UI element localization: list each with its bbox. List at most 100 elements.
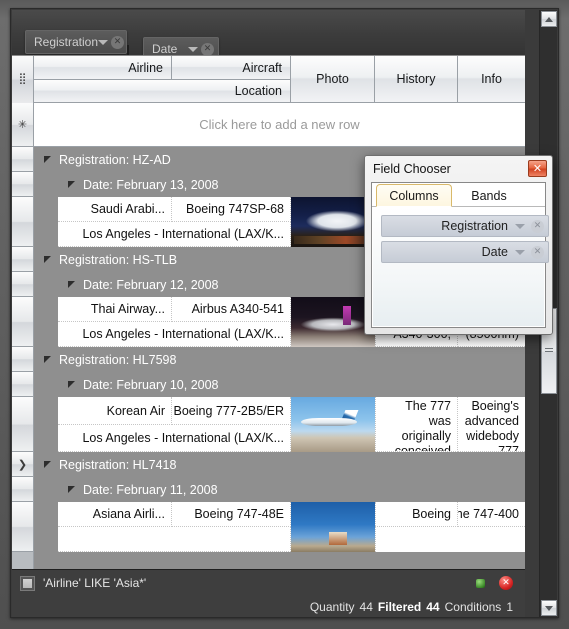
filter-enable-checkbox[interactable] — [20, 575, 35, 591]
field-item-registration[interactable]: Registration ✕ — [381, 215, 549, 237]
row-indicator[interactable] — [12, 247, 33, 272]
row-indicator[interactable] — [12, 197, 33, 247]
close-circle-icon[interactable]: ✕ — [201, 42, 214, 56]
cell-history[interactable]: Boeing — [375, 502, 458, 527]
row-indicator[interactable] — [12, 372, 33, 397]
column-chooser-icon[interactable]: ⣿ — [12, 56, 34, 103]
tab-bands-label: Bands — [471, 189, 507, 203]
field-item-date-label: Date — [481, 245, 508, 259]
group-row-registration[interactable]: Registration: HL7418 — [34, 452, 525, 477]
cell-airline[interactable]: Korean Air — [58, 397, 172, 425]
close-circle-icon[interactable]: ✕ — [531, 245, 544, 259]
field-chooser-list[interactable]: Registration ✕ Date ✕ — [373, 207, 549, 326]
row-indicator[interactable] — [12, 477, 33, 502]
aircraft-photo — [291, 297, 375, 347]
close-icon[interactable]: ✕ — [528, 160, 547, 177]
column-header-history[interactable]: History — [375, 56, 458, 103]
collapse-triangle-icon[interactable] — [68, 381, 75, 388]
tab-columns[interactable]: Columns — [376, 184, 452, 207]
scroll-up-button[interactable] — [541, 11, 557, 27]
collapse-triangle-icon[interactable] — [68, 486, 75, 493]
customize-filter-icon[interactable] — [476, 578, 485, 588]
field-item-date[interactable]: Date ✕ — [381, 241, 549, 263]
aircraft-photo — [291, 502, 375, 552]
collapse-triangle-icon[interactable] — [44, 256, 51, 263]
new-row-text: Click here to add a new row — [199, 117, 360, 132]
cell-airline[interactable]: Asiana Airli... — [58, 502, 172, 527]
app-root: Registration ✕ Date ✕ ⣿ Airline Aircraft — [0, 0, 569, 629]
group-row-label: Date: February 13, 2008 — [83, 177, 219, 192]
row-indicator[interactable] — [12, 147, 33, 172]
cell-aircraft[interactable]: Boeing 747-48E — [172, 502, 291, 527]
aircraft-photo — [291, 197, 375, 247]
arrow-down-icon — [545, 605, 553, 611]
dialog-title: Field Chooser — [373, 162, 451, 176]
cell-info[interactable]: The 747-400 — [458, 502, 525, 527]
cell-aircraft[interactable]: Boeing 777-2B5/ER — [172, 397, 291, 425]
group-by-panel[interactable]: Registration ✕ Date ✕ — [12, 10, 525, 61]
aircraft-photo — [291, 397, 375, 452]
chevron-down-icon[interactable] — [188, 46, 198, 52]
group-row-date[interactable]: Date: February 11, 2008 — [58, 477, 525, 502]
clear-filter-icon[interactable]: ✕ — [499, 576, 513, 590]
column-header-location[interactable]: Location — [34, 80, 291, 103]
new-row-placeholder[interactable]: Click here to add a new row — [34, 103, 525, 147]
group-row-date[interactable]: Date: February 10, 2008 — [58, 372, 525, 397]
cell-airline[interactable]: Saudi Arabi... — [58, 197, 172, 222]
cell-info[interactable]: Boeing's advanced widebody 777 — [458, 397, 525, 452]
cell-location[interactable]: Los Angeles - International (LAX/K... — [58, 222, 291, 247]
cell-aircraft[interactable]: Boeing 747SP-68 — [172, 197, 291, 222]
cell-aircraft[interactable]: Airbus A340-541 — [172, 297, 291, 322]
group-row-label: Date: February 12, 2008 — [83, 277, 219, 292]
row-indicator-current[interactable]: ❯ — [12, 452, 33, 477]
column-header-photo[interactable]: Photo — [291, 56, 375, 103]
tab-bands[interactable]: Bands — [456, 185, 522, 207]
row-indicator[interactable] — [12, 297, 33, 347]
chevron-down-icon[interactable] — [515, 249, 525, 255]
group-chip-date-label: Date — [152, 42, 178, 56]
collapse-triangle-icon[interactable] — [44, 461, 51, 468]
row-indicator[interactable] — [12, 347, 33, 372]
close-circle-icon[interactable]: ✕ — [111, 35, 125, 49]
table-row[interactable]: Asiana Airli... Boeing 747-48E Boeing Th… — [58, 502, 525, 552]
column-header-airline[interactable]: Airline — [34, 56, 172, 80]
collapse-triangle-icon[interactable] — [44, 156, 51, 163]
group-chip-registration-label: Registration — [34, 35, 99, 49]
collapse-triangle-icon[interactable] — [68, 281, 75, 288]
row-indicator[interactable] — [12, 172, 33, 197]
cell-airline[interactable]: Thai Airway... — [58, 297, 172, 322]
column-header-aircraft[interactable]: Aircraft — [172, 56, 291, 80]
status-filtered-value: 44 — [426, 600, 440, 614]
chevron-down-icon[interactable] — [515, 223, 525, 229]
row-indicator-new[interactable]: ✳ — [12, 103, 33, 147]
column-header-info-label: Info — [481, 72, 502, 86]
dialog-title-bar[interactable]: Field Chooser — [365, 156, 552, 182]
arrow-up-icon — [545, 16, 553, 22]
filter-expression-row[interactable]: 'Airline' LIKE 'Asia*' ✕ — [12, 570, 525, 596]
field-chooser-dialog[interactable]: Field Chooser ✕ Columns Bands Registrati… — [364, 155, 553, 335]
cell-photo[interactable] — [291, 502, 376, 552]
column-header-info[interactable]: Info — [458, 56, 525, 103]
collapse-triangle-icon[interactable] — [44, 356, 51, 363]
close-circle-icon[interactable]: ✕ — [531, 219, 544, 233]
table-row[interactable]: Korean Air Boeing 777-2B5/ER Los Angeles… — [58, 397, 525, 452]
group-row-label: Date: February 10, 2008 — [83, 377, 219, 392]
column-header-aircraft-label: Aircraft — [242, 60, 282, 75]
row-indicator[interactable] — [12, 397, 33, 452]
cell-location[interactable]: Los Angeles - International (LAX/K... — [58, 322, 291, 347]
collapse-triangle-icon[interactable] — [68, 181, 75, 188]
group-chip-registration[interactable]: Registration ✕ — [25, 30, 127, 54]
status-bar: Quantity 44 Filtered 44 Conditions 1 — [12, 596, 525, 617]
field-item-registration-label: Registration — [441, 219, 508, 233]
cell-history[interactable]: The 777 was originally conceived as — [375, 397, 458, 452]
group-row-label: Registration: HL7418 — [59, 457, 177, 472]
group-row-label: Registration: HS-TLB — [59, 252, 178, 267]
cell-location[interactable] — [58, 527, 291, 552]
row-indicator[interactable] — [12, 502, 33, 552]
cell-location[interactable]: Los Angeles - International (LAX/K... — [58, 425, 291, 452]
row-indicator[interactable] — [12, 272, 33, 297]
scroll-down-button[interactable] — [541, 600, 557, 616]
chevron-down-icon[interactable] — [98, 39, 109, 45]
group-row-registration[interactable]: Registration: HL7598 — [34, 347, 525, 372]
cell-photo[interactable] — [291, 397, 376, 452]
